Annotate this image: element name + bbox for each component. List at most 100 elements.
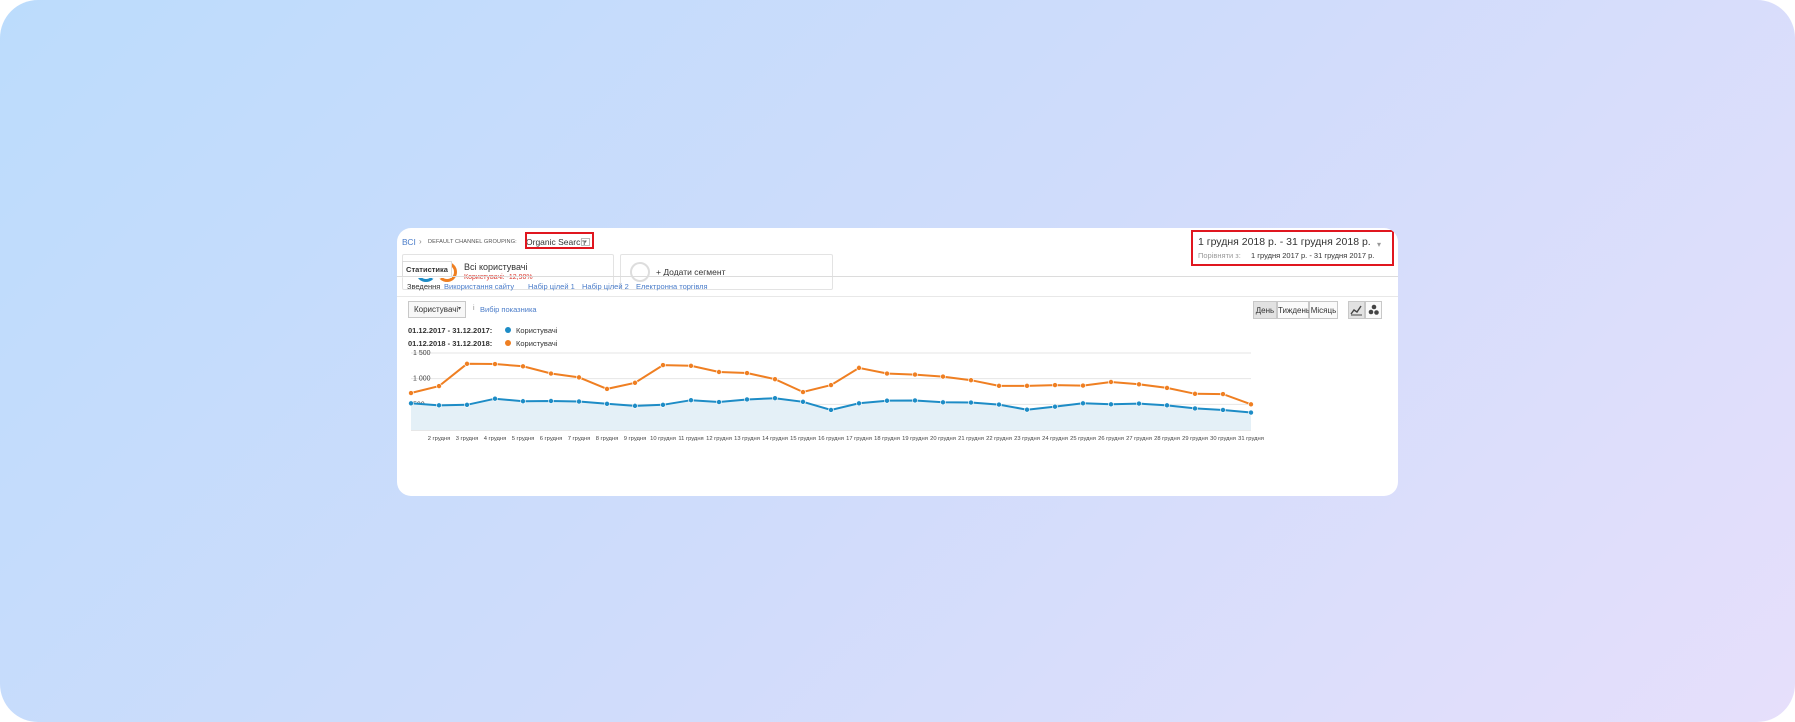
data-point [632,403,638,409]
data-point [828,407,834,413]
data-point [996,383,1002,389]
y-tick-label: 1 500 [413,350,431,357]
data-point [1164,385,1170,391]
granularity-month-button[interactable]: Місяць [1309,301,1338,319]
x-tick-label: 24 грудня [1042,436,1068,442]
data-point [772,395,778,401]
chevron-down-icon: ▾ [457,306,461,312]
x-tick-label: 2 грудня [428,436,451,442]
x-tick-label: 17 грудня [846,436,872,442]
data-point [716,399,722,405]
data-point [1052,403,1058,410]
data-point [828,382,834,388]
x-tick-label: 19 грудня [902,436,928,442]
data-point [1248,401,1254,408]
bubbles-icon [1368,304,1379,315]
choose-metric-link[interactable]: Вибір показника [480,305,537,314]
x-tick-label: 7 грудня [568,436,591,442]
metric-select-label: Користувачі [414,305,459,314]
y-tick-label: 1 000 [413,376,431,383]
data-point [940,373,946,380]
empty-segment-ring-icon [630,262,650,282]
background-frame: ВСІ › DEFAULT CHANNEL GROUPING: Organic … [0,0,1795,722]
x-tick-label: 22 грудня [986,436,1012,442]
data-point [1136,381,1142,388]
subnav-ecommerce[interactable]: Електронна торгівля [636,282,708,291]
data-point [800,398,806,405]
legend-period-2018: 01.12.2018 - 31.12.2018: [408,339,493,348]
legend-dot-blue [505,327,511,333]
data-point [576,374,582,381]
breadcrumb-root[interactable]: ВСІ [402,237,416,247]
data-point [436,402,442,409]
motion-chart-view-button[interactable] [1365,301,1382,319]
data-point [1108,401,1114,408]
data-point [1220,391,1226,397]
data-point [1024,406,1030,413]
data-point [996,401,1002,408]
x-tick-label: 16 грудня [818,436,844,442]
data-point [1192,405,1198,412]
breadcrumb-grouping: DEFAULT CHANNEL GROUPING: [428,239,517,245]
data-point [1248,409,1254,416]
data-point [912,371,918,378]
x-tick-label: 3 грудня [456,436,479,442]
subnav-divider [397,296,1398,297]
data-point [1108,379,1114,385]
subnav-goal-set-1[interactable]: Набір цілей 1 [528,282,575,291]
data-point [912,397,918,404]
subnav-goal-set-2[interactable]: Набір цілей 2 [582,282,629,291]
data-point [688,363,694,369]
data-point [520,398,526,405]
x-tick-label: 4 грудня [484,436,507,442]
data-point [1024,383,1030,389]
data-point [716,369,722,375]
highlight-box-date [1191,230,1394,266]
line-chart-icon [1350,305,1362,316]
x-tick-label: 21 грудня [958,436,984,442]
x-tick-label: 28 грудня [1154,436,1180,442]
metric-separator: і [473,305,475,312]
analytics-panel: ВСІ › DEFAULT CHANNEL GROUPING: Organic … [397,228,1398,496]
data-point [856,400,862,407]
granularity-week-button[interactable]: Тиждень [1277,301,1310,319]
data-point [632,379,638,386]
data-point [884,370,890,377]
x-tick-label: 31 грудня [1238,436,1264,442]
data-point [800,389,806,395]
data-point [772,376,778,382]
x-tick-label: 14 грудня [762,436,788,442]
x-tick-label: 9 грудня [624,436,647,442]
data-point [660,362,666,368]
x-tick-label: 18 грудня [874,436,900,442]
data-point [436,383,442,389]
line-chart-view-button[interactable] [1348,301,1365,319]
x-tick-label: 20 грудня [930,436,956,442]
data-point [1136,400,1142,407]
x-tick-label: 13 грудня [734,436,760,442]
data-point [548,398,554,404]
data-point [408,390,414,396]
subnav-site-usage[interactable]: Використання сайту [444,282,514,291]
data-point [576,398,582,405]
data-point [548,370,554,377]
data-point [744,370,750,376]
data-point [940,399,946,406]
breadcrumb-separator: › [419,237,422,246]
subnav-summary[interactable]: Зведення [407,282,440,291]
users-line-chart: 5001 0001 5002 грудня3 грудня4 грудня5 г… [408,350,1264,442]
granularity-day-button[interactable]: День [1253,301,1277,319]
x-tick-label: 6 грудня [540,436,563,442]
x-tick-label: 11 грудня [678,436,703,442]
data-point [1164,402,1170,409]
data-point [968,377,974,384]
data-point [464,402,470,408]
data-point [968,399,974,406]
metric-select[interactable]: Користувачі ▾ [408,301,466,318]
data-point [492,395,498,402]
legend-dot-orange [505,340,511,346]
data-point [520,363,526,370]
data-point [604,401,610,407]
data-point [660,402,666,408]
data-point [1220,407,1226,413]
